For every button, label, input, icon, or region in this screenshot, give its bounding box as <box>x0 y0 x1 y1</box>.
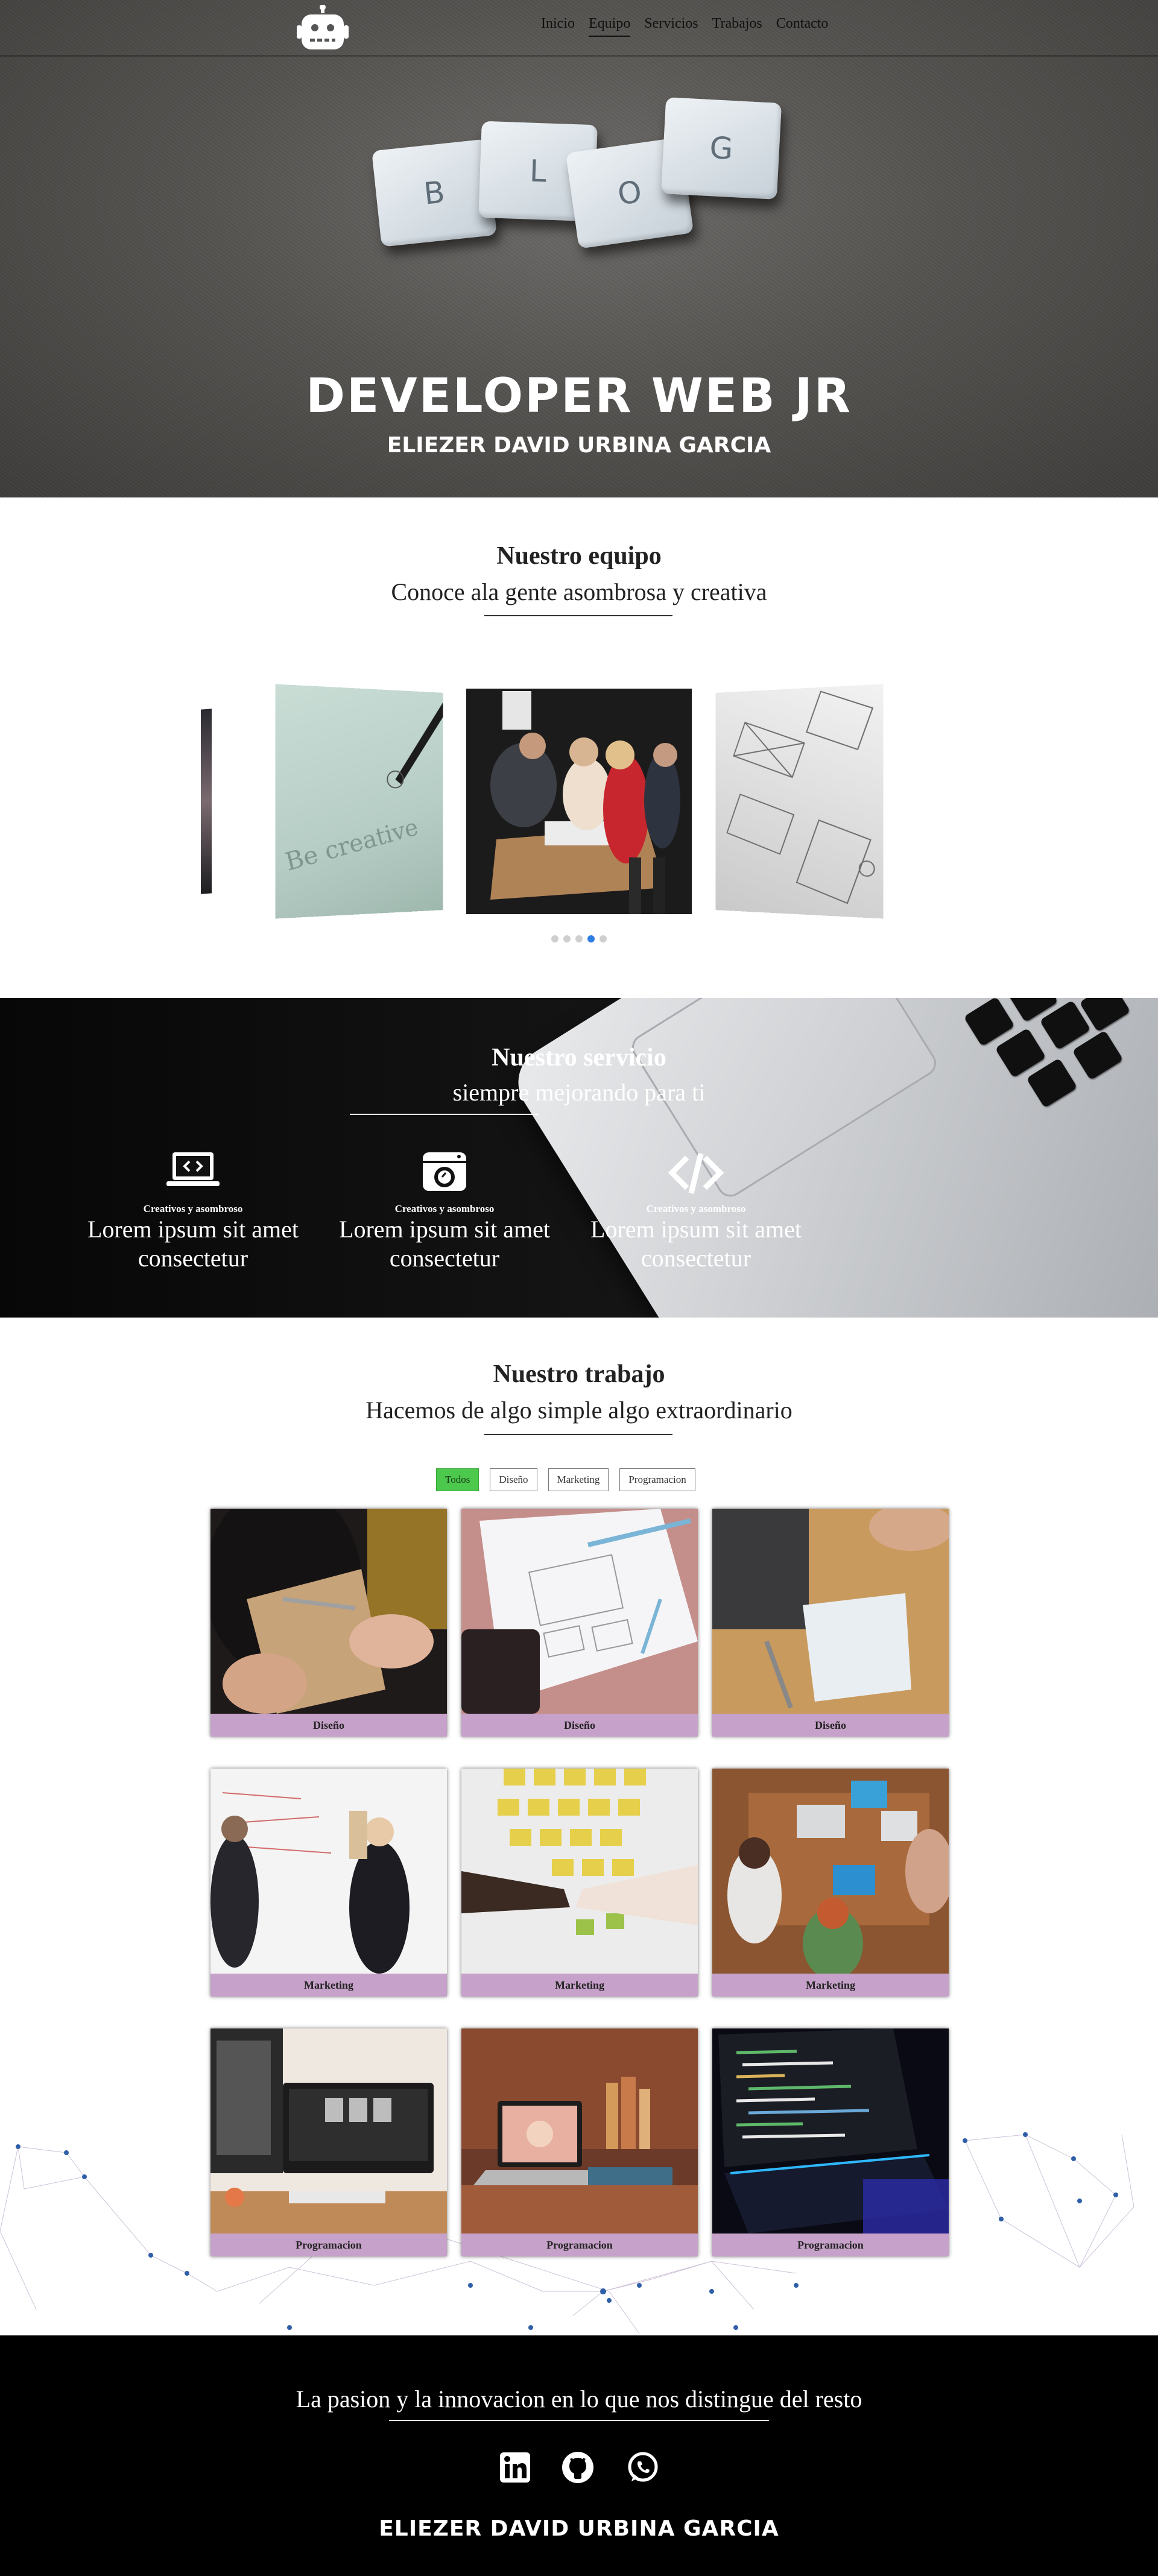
carousel-dot[interactable] <box>551 935 558 942</box>
work-subtitle: Hacemos de algo simple algo extraordinar… <box>365 1397 793 1424</box>
carousel-dot[interactable] <box>563 935 571 942</box>
hero-tile-b: B <box>372 139 497 247</box>
wireframe-sketch <box>715 684 883 919</box>
card-photo-workstation <box>210 2028 447 2233</box>
carousel-pagination <box>551 935 607 942</box>
card-category-label: Diseño <box>210 1714 447 1737</box>
work-card[interactable]: Programacion <box>461 2028 698 2256</box>
team-title: Nuestro equipo <box>496 542 662 570</box>
services-title: Nuestro servicio <box>492 1044 666 1072</box>
card-photo-code-laptop <box>712 2028 949 2233</box>
filter-marketing-button[interactable]: Marketing <box>548 1468 609 1491</box>
nav-item-servicios[interactable]: Servicios <box>644 16 698 37</box>
pencil-icon: Be creative <box>282 696 443 877</box>
carousel-dot[interactable] <box>575 935 583 942</box>
carousel-slide[interactable]: Be creative <box>275 684 443 919</box>
camera-icon <box>423 1152 466 1191</box>
hero-tile-g: G <box>660 97 782 200</box>
laptop-code-icon <box>166 1152 220 1186</box>
service-item: Creativos y asombroso Lorem ipsum sit am… <box>575 1149 817 1273</box>
service-description: Lorem ipsum sit amet consectetur <box>590 1216 802 1272</box>
work-card[interactable]: Marketing <box>210 1769 447 1997</box>
work-card[interactable]: Diseño <box>461 1509 698 1737</box>
card-photo-whiteboard <box>210 1769 447 1974</box>
top-navbar: Inicio Equipo Servicios Trabajos Contact… <box>0 0 1158 57</box>
card-category-label: Marketing <box>210 1974 447 1997</box>
service-tagline: Creativos y asombroso <box>143 1203 243 1214</box>
service-description: Lorem ipsum sit amet consectetur <box>87 1216 299 1272</box>
card-photo-team-table <box>712 1769 949 1974</box>
work-underline <box>484 1434 672 1435</box>
footer-author-name: ELIEZER DAVID URBINA GARCIA <box>379 2516 779 2541</box>
carousel-slide[interactable] <box>201 709 212 894</box>
whatsapp-icon[interactable] <box>625 2450 660 2485</box>
filter-todos-button[interactable]: Todos <box>436 1468 479 1491</box>
work-card[interactable]: Marketing <box>461 1769 698 1997</box>
card-category-label: Programacion <box>712 2233 949 2256</box>
nav-item-inicio[interactable]: Inicio <box>541 16 575 37</box>
service-item: Creativos y asombroso Lorem ipsum sit am… <box>72 1149 314 1273</box>
nav-item-contacto[interactable]: Contacto <box>776 16 829 37</box>
team-photo <box>466 689 692 914</box>
services-underline <box>350 1114 539 1115</box>
footer-underline <box>389 2420 769 2421</box>
card-photo-laptop-books <box>461 2028 698 2233</box>
card-photo-sketchbook <box>461 1509 698 1714</box>
card-category-label: Marketing <box>712 1974 949 1997</box>
hero-banner: B L O G DEVELOPER WEB JR ELIEZER DAVID U… <box>0 0 1158 497</box>
code-icon <box>668 1152 724 1195</box>
card-photo-sticky-notes <box>461 1769 698 1974</box>
nav-item-trabajos[interactable]: Trabajos <box>712 16 762 37</box>
nav-item-equipo[interactable]: Equipo <box>588 16 631 37</box>
card-category-label: Diseño <box>712 1714 949 1737</box>
work-filters: Todos Diseño Marketing Programacion <box>436 1468 695 1491</box>
service-tagline: Creativos y asombroso <box>394 1203 495 1214</box>
service-item: Creativos y asombroso Lorem ipsum sit am… <box>324 1149 565 1273</box>
carousel-dot[interactable] <box>600 935 607 942</box>
card-category-label: Programacion <box>461 2233 698 2256</box>
service-description: Lorem ipsum sit amet consectetur <box>339 1216 550 1272</box>
team-subtitle: Conoce ala gente asombrosa y creativa <box>391 578 767 605</box>
work-title: Nuestro trabajo <box>493 1360 665 1388</box>
work-card[interactable]: Marketing <box>712 1769 949 1997</box>
filter-diseno-button[interactable]: Diseño <box>490 1468 537 1491</box>
work-card[interactable]: Programacion <box>210 2028 447 2256</box>
hero-title: DEVELOPER WEB JR <box>306 369 852 423</box>
site-footer: La pasion y la innovacion en lo que nos … <box>0 2335 1158 2576</box>
service-tagline: Creativos y asombroso <box>646 1203 746 1214</box>
filter-programacion-button[interactable]: Programacion <box>619 1468 695 1491</box>
card-photo-notebook-pen <box>210 1509 447 1714</box>
team-carousel[interactable]: Be creative <box>0 663 1158 965</box>
carousel-dot-active[interactable] <box>587 935 595 942</box>
services-subtitle: siempre mejorando para ti <box>452 1079 706 1106</box>
card-category-label: Marketing <box>461 1974 698 1997</box>
robot-icon[interactable] <box>296 5 350 53</box>
card-photo-notepad-desk <box>712 1509 949 1714</box>
main-menu: Inicio Equipo Servicios Trabajos Contact… <box>541 16 842 37</box>
footer-tagline: La pasion y la innovacion en lo que nos … <box>296 2385 862 2413</box>
github-icon[interactable] <box>560 2450 595 2485</box>
work-card[interactable]: Diseño <box>712 1509 949 1737</box>
team-underline <box>484 615 672 616</box>
carousel-slide-active[interactable] <box>466 689 692 914</box>
hero-subtitle: ELIEZER DAVID URBINA GARCIA <box>387 433 771 458</box>
linkedin-icon[interactable] <box>498 2450 533 2485</box>
services-section: Nuestro servicio siempre mejorando para … <box>0 998 1158 1318</box>
card-category-label: Programacion <box>210 2233 447 2256</box>
card-category-label: Diseño <box>461 1714 698 1737</box>
carousel-slide[interactable] <box>715 684 884 919</box>
work-card[interactable]: Diseño <box>210 1509 447 1737</box>
work-card[interactable]: Programacion <box>712 2028 949 2256</box>
slide-handwriting: Be creative <box>282 813 420 877</box>
